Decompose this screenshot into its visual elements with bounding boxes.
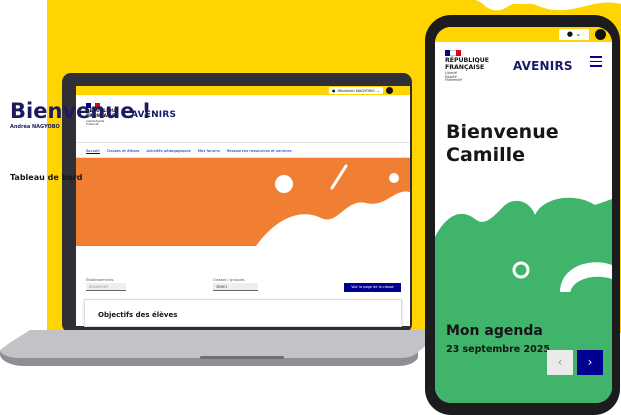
laptop-hero-title: Bienvenue ! [10, 99, 152, 123]
laptop-hero-subtitle: Andréa NAGYOBO [10, 124, 60, 130]
laptop-user-name: Hibrahim NAGYOBO [337, 88, 375, 93]
nav-home[interactable]: Accueil [86, 148, 100, 154]
laptop-base [0, 330, 438, 366]
dashboard-title: Tableau de bord [10, 173, 83, 182]
objectives-card-title: Objectifs des élèves [98, 311, 178, 319]
agenda-date: 23 septembre 2025 [446, 344, 550, 355]
phone-republic-motto: Liberté Égalité Fraternité [445, 71, 462, 83]
phone-republic-label: RÉPUBLIQUE FRANÇAISE [445, 57, 490, 71]
nav-classes[interactable]: Classes et élèves [107, 148, 140, 154]
nav-resources[interactable]: Ressources ressources et services [227, 148, 292, 154]
nav-activities[interactable]: Activités pédagogiques [146, 148, 190, 154]
agenda-title: Mon agenda [446, 323, 543, 339]
menu-icon[interactable] [590, 56, 602, 70]
chevron-right-icon: › [587, 355, 593, 369]
next-button[interactable]: › [577, 350, 603, 375]
view-class-button[interactable]: Voir la page de la classe [344, 283, 401, 292]
nav-forums[interactable]: Mes forums [198, 148, 220, 154]
phone-user-menu[interactable]: ● ⌄ [559, 29, 589, 40]
laptop-nav: Accueil Classes et élèves Activités péda… [86, 148, 292, 154]
class-select[interactable]: 3EME1 [213, 283, 258, 291]
school-select[interactable]: BEAUMONT [86, 283, 126, 291]
class-label: Classes / groupes [213, 278, 245, 282]
phone-avenirs-logo[interactable]: AVENIRS [513, 59, 573, 73]
chevron-down-icon: ⌄ [575, 30, 582, 38]
chevron-left-icon: ‹ [557, 355, 563, 369]
school-label: Établissements [86, 278, 114, 282]
french-flag-icon [445, 50, 461, 56]
phone-info-icon[interactable] [595, 29, 606, 40]
user-icon: ● [332, 88, 336, 93]
info-icon[interactable] [386, 87, 393, 94]
hero-decoration [256, 164, 410, 246]
previous-button[interactable]: ‹ [547, 350, 573, 375]
user-icon: ● [566, 30, 573, 38]
laptop-user-menu[interactable]: ● Hibrahim NAGYOBO ⌄ [329, 87, 383, 94]
chevron-down-icon: ⌄ [376, 88, 380, 93]
marketing-mockup: ● Hibrahim NAGYOBO ⌄ RÉPUBLIQUE FRANÇAISE… [0, 0, 621, 415]
phone-screen: ● ⌄ RÉPUBLIQUE FRANÇAISE Liberté Égalité … [435, 27, 612, 403]
phone-welcome: Bienvenue Camille [446, 121, 559, 166]
laptop-hero-banner [76, 158, 410, 246]
